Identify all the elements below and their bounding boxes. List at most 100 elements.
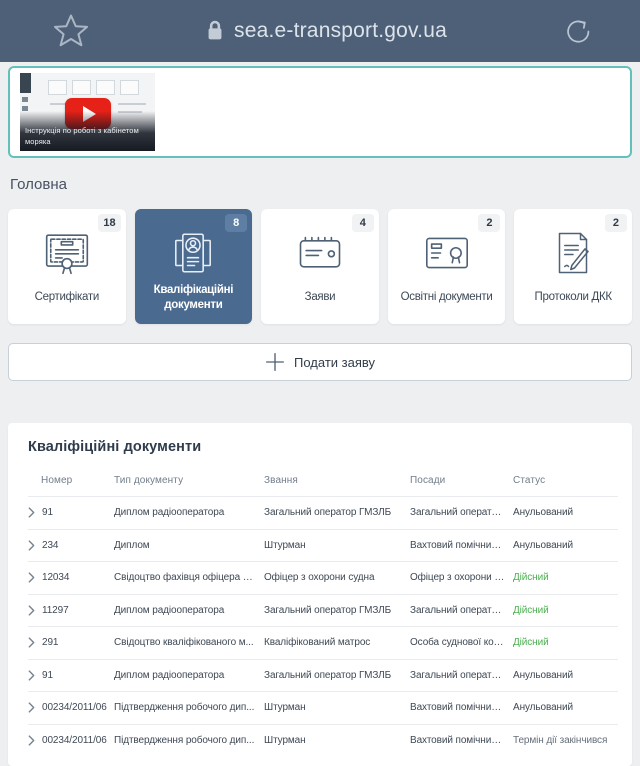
card-dkk-protocols[interactable]: 2 Протоколи ДКК: [514, 209, 632, 324]
chevron-right-icon[interactable]: [28, 572, 35, 583]
table-row[interactable]: 11297 Диплом радіооператора Загальний оп…: [28, 593, 618, 627]
refresh-icon[interactable]: [563, 16, 594, 47]
certificate-icon: [41, 227, 93, 279]
table-row[interactable]: 00234/2011/06 Підтвердження робочого дип…: [28, 691, 618, 724]
folder-icon: [294, 227, 346, 279]
column-header-position: Посади: [410, 475, 446, 486]
status-badge: Анульований: [513, 507, 573, 518]
doc-type: Підтвердження робочого дип...: [114, 702, 255, 714]
thumbnail-ui-dot: [22, 97, 28, 102]
table-row[interactable]: 291 Свідоцтво кваліфікованого м... Квалі…: [28, 626, 618, 659]
thumbnail-ui-tile: [96, 80, 115, 95]
chevron-right-icon[interactable]: [28, 702, 35, 713]
thumbnail-ui-tile: [120, 80, 139, 95]
column-header-number: Номер: [41, 475, 73, 486]
chevron-right-icon[interactable]: [28, 540, 35, 551]
status-badge: Анульований: [513, 702, 573, 713]
table-row[interactable]: 00234/2011/06 Підтвердження робочого дип…: [28, 723, 618, 757]
count-badge: 18: [98, 214, 121, 232]
status-badge: Анульований: [513, 669, 573, 681]
thumbnail-ui-tile: [48, 80, 67, 95]
thumbnail-sidebar-block: [20, 73, 31, 93]
card-label: Сертифікати: [34, 291, 100, 304]
doc-rank: Загальний оператор ГМЗЛБ: [264, 604, 392, 616]
chevron-right-icon[interactable]: [28, 735, 35, 746]
doc-type: Свідоцтво кваліфікованого м...: [114, 637, 254, 649]
url-text: sea.e-transport.gov.ua: [234, 19, 447, 42]
doc-position: Вахтовий помічник капітана су...: [410, 734, 513, 746]
doc-rank: Офіцер з охорони судна: [264, 572, 375, 584]
doc-position: Вахтовий помічник капітана су...: [410, 702, 513, 714]
doc-number: 11297: [42, 604, 69, 616]
card-label: Протоколи ДКК: [534, 291, 613, 304]
id-badge-icon: [168, 227, 218, 279]
doc-type: Свідоцтво фахівця офіцера з ...: [114, 572, 258, 584]
card-label: Кваліфікаційні документи: [153, 284, 234, 311]
doc-position: Загальний оператор ГМЗЛБ: [410, 604, 513, 616]
table-row[interactable]: 12034 Свідоцтво фахівця офіцера з ... Оф…: [28, 561, 618, 594]
doc-rank: Загальний оператор ГМЗЛБ: [264, 507, 392, 519]
doc-number: 91: [42, 669, 53, 681]
plus-icon: [266, 353, 284, 371]
video-thumbnail[interactable]: Інструкція по роботі з кабінетом моряка: [20, 73, 155, 151]
doc-number: 12034: [42, 572, 70, 584]
column-header-type: Тип документу: [114, 475, 184, 486]
doc-type: Підтвердження робочого дип...: [114, 734, 255, 746]
address-bar[interactable]: sea.e-transport.gov.ua: [90, 19, 563, 43]
count-badge: 8: [225, 214, 248, 232]
doc-number: 291: [42, 637, 59, 649]
doc-rank: Загальний оператор ГМЗЛБ: [264, 669, 392, 681]
browser-bar: sea.e-transport.gov.ua: [0, 0, 640, 62]
count-badge: 4: [351, 214, 374, 232]
status-badge: Дійсний: [513, 572, 549, 583]
thumbnail-ui-line: [118, 103, 146, 105]
documents-panel: Кваліфіційні документи Номер Тип докумен…: [8, 423, 632, 766]
chevron-right-icon[interactable]: [28, 605, 35, 616]
chevron-right-icon[interactable]: [28, 637, 35, 648]
page-title: Головна: [10, 176, 67, 193]
chevron-right-icon[interactable]: [28, 670, 35, 681]
card-label: Освітні документи: [400, 291, 493, 304]
table-row[interactable]: 91 Диплом радіооператора Загальний опера…: [28, 658, 618, 692]
table-row[interactable]: 91 Диплом радіооператора Загальний опера…: [28, 496, 618, 529]
column-header-status: Статус: [513, 475, 546, 486]
count-badge: 2: [478, 214, 501, 232]
status-badge: Термін дії закінчився: [513, 734, 608, 746]
video-panel: Інструкція по роботі з кабінетом моряка: [8, 66, 632, 158]
status-badge: Дійсний: [513, 604, 549, 616]
status-badge: Анульований: [513, 539, 573, 551]
status-badge: Дійсний: [513, 637, 549, 648]
card-qualification-documents[interactable]: 8 Кваліфікаційні документи: [134, 209, 253, 324]
doc-type: Диплом радіооператора: [114, 507, 225, 519]
count-badge: 2: [604, 214, 627, 232]
category-cards: 18 Сертифікати 8 Кваліфікаційні документ…: [8, 209, 632, 324]
lock-icon: [208, 20, 222, 40]
doc-rank: Штурман: [264, 539, 306, 551]
video-caption: Інструкція по роботі з кабінетом моряка: [20, 110, 155, 151]
doc-type: Диплом радіооператора: [114, 669, 225, 681]
doc-position: Вахтовий помічник капітана су...: [410, 539, 513, 551]
thumbnail-ui-tile: [72, 80, 91, 95]
doc-rank: Кваліфікований матрос: [264, 637, 371, 649]
doc-number: 00234/2011/06: [42, 702, 107, 714]
id-card-icon: [421, 227, 473, 279]
submit-application-button[interactable]: Подати заяву: [8, 343, 632, 381]
doc-type: Диплом: [114, 539, 150, 551]
card-education-documents[interactable]: 2 Освітні документи: [387, 209, 506, 324]
card-label: Заяви: [304, 291, 336, 304]
doc-number: 91: [42, 507, 53, 519]
doc-number: 234: [42, 539, 59, 551]
table-header-row: Номер Тип документу Звання Посади Статус: [28, 469, 618, 496]
chevron-right-icon[interactable]: [28, 507, 35, 518]
document-pen-icon: [549, 227, 597, 279]
doc-position: Загальний оператор ГМЗЛБ: [410, 507, 513, 519]
doc-number: 00234/2011/06: [42, 734, 107, 746]
card-certificates[interactable]: 18 Сертифікати: [8, 209, 126, 324]
card-applications[interactable]: 4 Заяви: [261, 209, 379, 324]
doc-position: Офіцер з охорони судна: [410, 572, 513, 584]
doc-rank: Штурман: [264, 702, 306, 714]
table-row[interactable]: 234 Диплом Штурман Вахтовий помічник кап…: [28, 528, 618, 562]
doc-position: Особа суднової команди, яка н...: [410, 637, 513, 649]
submit-button-label: Подати заяву: [294, 354, 375, 370]
bookmark-star-icon[interactable]: [52, 12, 90, 50]
